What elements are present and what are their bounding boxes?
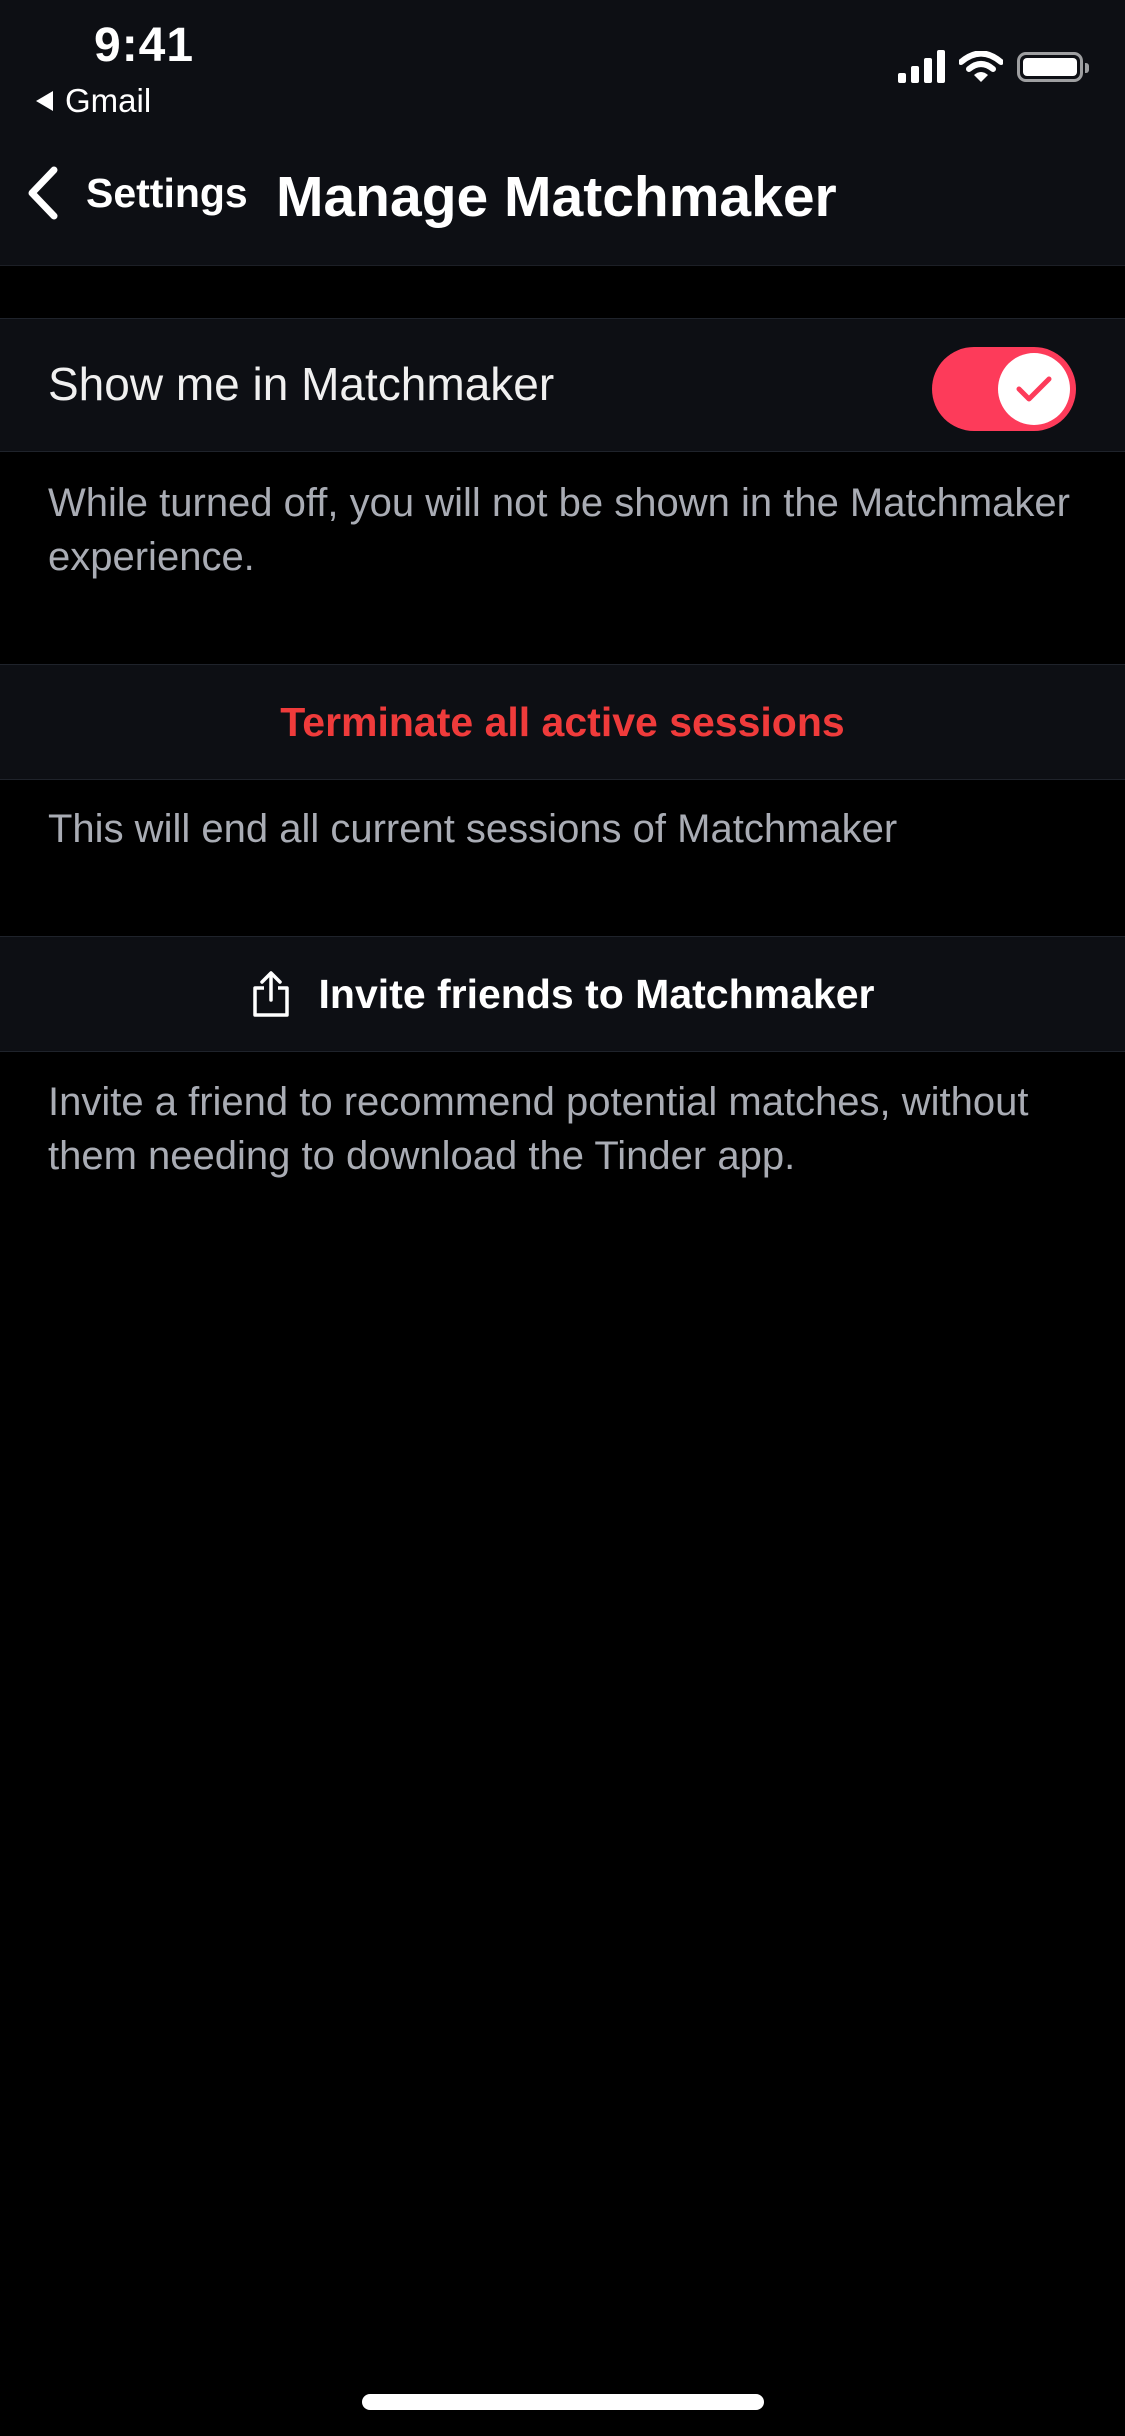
- chevron-left-icon: [28, 166, 58, 220]
- status-back-app-label: Gmail: [65, 82, 152, 119]
- terminate-sessions-label: Terminate all active sessions: [280, 698, 845, 745]
- show-in-matchmaker-toggle[interactable]: [932, 347, 1076, 431]
- terminate-sessions-description: This will end all current sessions of Ma…: [48, 807, 898, 851]
- invite-friends-content: Invite friends to Matchmaker: [0, 937, 1125, 1051]
- status-icons: [898, 50, 1089, 83]
- status-time: 9:41: [94, 19, 195, 72]
- cellular-signal-icon: [898, 50, 945, 83]
- navigation-header: 9:41 Gmail Settings Manage Matchmaker: [0, 0, 1125, 266]
- battery-icon: [1017, 51, 1089, 82]
- back-button[interactable]: Settings: [24, 165, 248, 221]
- invite-friends-button[interactable]: Invite friends to Matchmaker: [0, 936, 1125, 1052]
- share-icon: [252, 971, 289, 1017]
- home-indicator[interactable]: [362, 2394, 764, 2410]
- invite-friends-description: Invite a friend to recommend potential m…: [48, 1080, 1029, 1178]
- back-button-label: Settings: [86, 169, 248, 216]
- show-in-matchmaker-label: Show me in Matchmaker: [48, 358, 555, 410]
- invite-friends-label: Invite friends to Matchmaker: [318, 970, 875, 1017]
- checkmark-icon: [1016, 376, 1052, 402]
- show-in-matchmaker-row: Show me in Matchmaker: [0, 318, 1125, 452]
- status-back-to-app[interactable]: Gmail: [36, 82, 151, 120]
- back-triangle-icon: [36, 91, 53, 111]
- terminate-sessions-button[interactable]: Terminate all active sessions: [0, 664, 1125, 780]
- show-in-matchmaker-description: While turned off, you will not be shown …: [48, 481, 1070, 579]
- wifi-icon: [959, 50, 1003, 82]
- page-title: Manage Matchmaker: [276, 165, 837, 229]
- toggle-knob: [998, 353, 1070, 425]
